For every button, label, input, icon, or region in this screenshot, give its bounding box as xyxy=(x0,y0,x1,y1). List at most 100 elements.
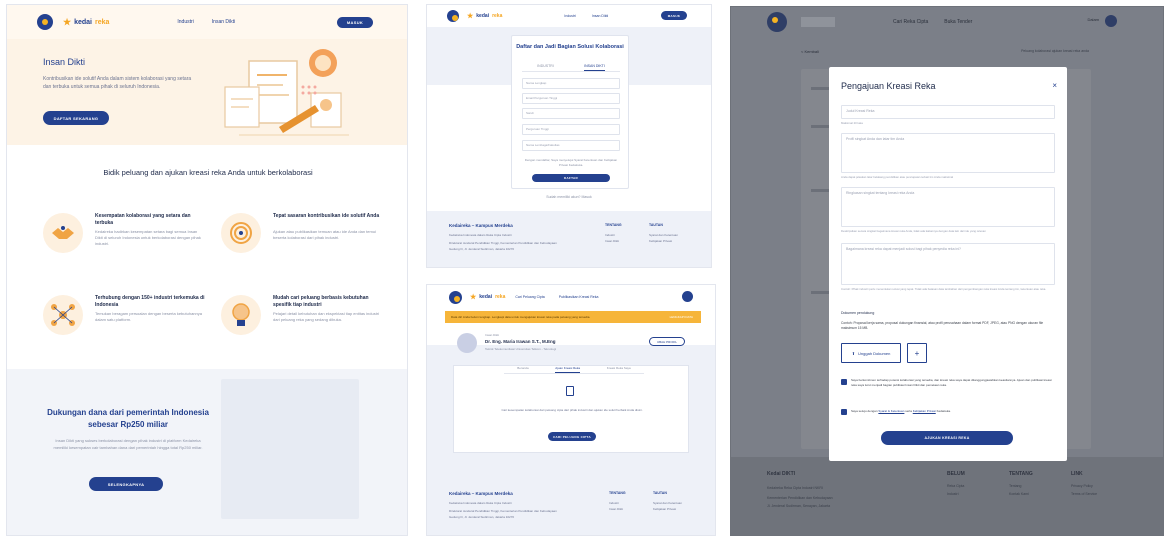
profile-name: Dr. Eng. Maria Irawan S.T., M.Eng xyxy=(485,339,556,344)
commitment-checkbox[interactable] xyxy=(841,379,847,385)
profile-institution: Teknik Telekomunikasi Universitas Telkom… xyxy=(485,347,557,351)
ministry-logo-icon xyxy=(447,10,459,22)
privacy-link[interactable]: Kebijakan Privasi xyxy=(913,409,936,413)
main-nav: Industri Insan Dikti xyxy=(177,19,235,25)
avatar[interactable] xyxy=(1105,15,1117,27)
nav-find-creation[interactable]: Cari Reka Cipta xyxy=(893,19,928,25)
kedaireka-logo[interactable]: ★ kedai reka xyxy=(470,293,505,301)
email-field[interactable]: Email Perguruan Tinggi xyxy=(522,93,620,104)
summary-textarea[interactable]: Ringkasan singkat tentang kreasi reka An… xyxy=(841,187,1055,227)
tab-insan-dikti[interactable]: INSAN DIKTI xyxy=(584,64,605,71)
language-toggle[interactable]: Dalam xyxy=(1087,17,1099,22)
main-nav: Cari Peluang Cipta Publikasikan Kreasi R… xyxy=(515,295,598,299)
footer-link[interactable]: Reka Cipta xyxy=(947,483,964,489)
terms-note: Dengan mendaftar, Saya menyetujui Syarat… xyxy=(524,158,618,167)
full-name-field[interactable]: Nama Lengkap xyxy=(522,78,620,89)
bg-text-line xyxy=(811,291,831,294)
funding-title: Dukungan dana dari pemerintah Indonesia … xyxy=(47,408,209,429)
ministry-logo-icon xyxy=(767,12,787,32)
register-submit-button[interactable]: DAFTAR xyxy=(532,174,610,182)
footer-link[interactable]: Syarat dan Ketentuan xyxy=(653,501,682,506)
funding-section: Dukungan dana dari pemerintah Indonesia … xyxy=(7,369,407,535)
nav-open-tender[interactable]: Buka Tender xyxy=(944,19,972,25)
faculty-select[interactable]: Nama Lembaga/Fakultas xyxy=(522,140,620,151)
login-button[interactable]: MASUK xyxy=(337,17,373,28)
footer-link[interactable]: Terms of Service xyxy=(1071,491,1097,497)
funding-description: Insan Dikti yang sukses berkolaborasi de… xyxy=(53,438,203,450)
terms-link[interactable]: Syarat & Ketentuan xyxy=(878,409,904,413)
nav-find-opportunity[interactable]: Cari Peluang Cipta xyxy=(515,295,544,299)
university-select[interactable]: Perguruan Tinggi xyxy=(522,124,620,135)
footer-link[interactable]: Privacy Policy xyxy=(1071,483,1093,489)
handshake-icon xyxy=(43,213,83,253)
footer-link[interactable]: Industri xyxy=(609,501,619,506)
password-field[interactable]: Sandi xyxy=(522,108,620,119)
star-icon: ★ xyxy=(467,13,474,20)
register-page-panel: ★ kedai reka Industri Insan Dikti MASUK D… xyxy=(426,4,712,268)
submission-modal-panel: Cari Reka Cipta Buka Tender Dalam < Kemb… xyxy=(730,6,1164,536)
footer-link[interactable]: Syarat dan Ketentuan xyxy=(649,233,678,238)
kedaireka-logo[interactable]: ★ kedai reka xyxy=(467,12,502,20)
footer-link[interactable]: Kebijakan Privasi xyxy=(649,239,672,244)
complete-data-link[interactable]: LENGKAPI DATA xyxy=(670,315,693,319)
login-button[interactable]: MASUK xyxy=(661,11,687,20)
register-card: Daftar dan Jadi Bagian Solusi Kolaborasi… xyxy=(511,35,629,189)
footer: Kedaireka – Kampus Merdeka Kedaireka Ind… xyxy=(427,479,715,535)
hero-title: Insan Dikti xyxy=(43,57,86,67)
close-icon[interactable]: × xyxy=(1052,81,1057,90)
back-link[interactable]: < Kembali xyxy=(801,49,819,54)
avatar[interactable] xyxy=(682,291,693,302)
submission-modal: Pengajuan Kreasi Reka × Judul Kreasi Rek… xyxy=(829,67,1067,461)
login-link[interactable]: Sudah memiliki akun? Masuk xyxy=(427,195,711,199)
tab-my-creations[interactable]: Kreasi Reka Saya xyxy=(607,366,631,373)
footer-link[interactable]: Kontak Kami xyxy=(1009,491,1029,497)
nav-industri[interactable]: Industri xyxy=(177,19,193,25)
top-navbar: ★ kedai reka Industri Insan Dikti MASUK xyxy=(427,5,711,27)
hero-description: Kontribusikan ide solutif Anda dalam sis… xyxy=(43,76,192,90)
target-icon xyxy=(221,213,261,253)
tab-submissions[interactable]: Ajuan Kreasi Reka xyxy=(555,366,581,373)
incomplete-profile-alert: Data diri Anda belum lengkap. Lengkapi d… xyxy=(445,311,701,323)
footer-link[interactable]: Insan Dikti xyxy=(605,239,619,244)
solution-textarea[interactable]: Bagaimana kreasi reka dapat menjadi solu… xyxy=(841,243,1055,285)
feature-item: Terhubung dengan 150+ industri terkemuka… xyxy=(43,295,213,351)
nav-insan-dikti[interactable]: Insan Dikti xyxy=(212,19,235,25)
register-now-button[interactable]: DAFTAR SEKARANG xyxy=(43,111,109,125)
footer-link[interactable]: Industri xyxy=(605,233,615,238)
top-navbar: ★ kedai reka Industri Insan Dikti MASUK xyxy=(7,5,407,39)
landing-page-panel: ★ kedai reka Industri Insan Dikti MASUK I… xyxy=(6,4,408,536)
nav-industri[interactable]: Industri xyxy=(564,14,575,18)
ministry-logo-icon xyxy=(449,290,462,304)
submit-creation-button[interactable]: AJUKAN KREASI REKA xyxy=(881,431,1013,445)
add-document-button[interactable]: + xyxy=(907,343,927,363)
find-opportunity-button[interactable]: CARI PELUANG CIPTA xyxy=(548,432,596,441)
supporting-docs-title: Dokumen pendukung xyxy=(841,311,875,315)
hero-illustration xyxy=(224,49,349,136)
dashboard-panel: ★ kedai reka Cari Peluang Cipta Publikasi… xyxy=(426,284,716,536)
nav-insan-dikti[interactable]: Insan Dikti xyxy=(592,14,608,18)
learn-more-button[interactable]: SELENGKAPNYA xyxy=(89,477,163,491)
top-navbar: ★ kedai reka Cari Peluang Cipta Publikasi… xyxy=(427,285,715,309)
terms-checkbox[interactable] xyxy=(841,409,847,415)
tab-home[interactable]: Beranda xyxy=(517,366,528,373)
supporting-docs-desc: Contoh: Proposal kerja sama, proposal du… xyxy=(841,321,1044,330)
title-input[interactable]: Judul Kreasi Reka xyxy=(841,105,1055,119)
main-nav: Industri Insan Dikti xyxy=(564,14,608,18)
tab-industri[interactable]: INDUSTRI xyxy=(537,64,554,71)
commitment-label: Saya berkomitmen terhadap potensi kolabo… xyxy=(851,378,1052,387)
register-tabs: INDUSTRI INSAN DIKTI xyxy=(522,64,620,72)
footer: Kedaireka – Kampus Merdeka Kedaireka Ind… xyxy=(427,211,711,267)
empty-state-text: Cari kesempatan kolaborasi dari peluang … xyxy=(501,408,643,412)
kedaireka-logo[interactable]: ★ kedai reka xyxy=(63,17,109,28)
footer-link[interactable]: Insan Dikti xyxy=(609,507,623,512)
star-icon: ★ xyxy=(470,294,477,301)
footer-link[interactable]: Industri xyxy=(947,491,958,497)
nav-publish-creation[interactable]: Publikasikan Kreasi Reka xyxy=(559,295,599,299)
upload-document-button[interactable]: ⬆ Unggah Dokumen xyxy=(841,343,901,363)
breadcrumb: Peluang kolaborasi ajukan kreasi reka an… xyxy=(1021,49,1089,53)
footer-link[interactable]: Tentang xyxy=(1009,483,1021,489)
footer-link[interactable]: Kebijakan Privasi xyxy=(653,507,676,512)
summary-hint: Deskripsikan secara singkat bagaimana kr… xyxy=(841,229,986,233)
edit-profile-button[interactable]: UBAH PROFIL xyxy=(649,337,685,346)
profile-textarea[interactable]: Profil singkat Anda dan latar tim Anda xyxy=(841,133,1055,173)
